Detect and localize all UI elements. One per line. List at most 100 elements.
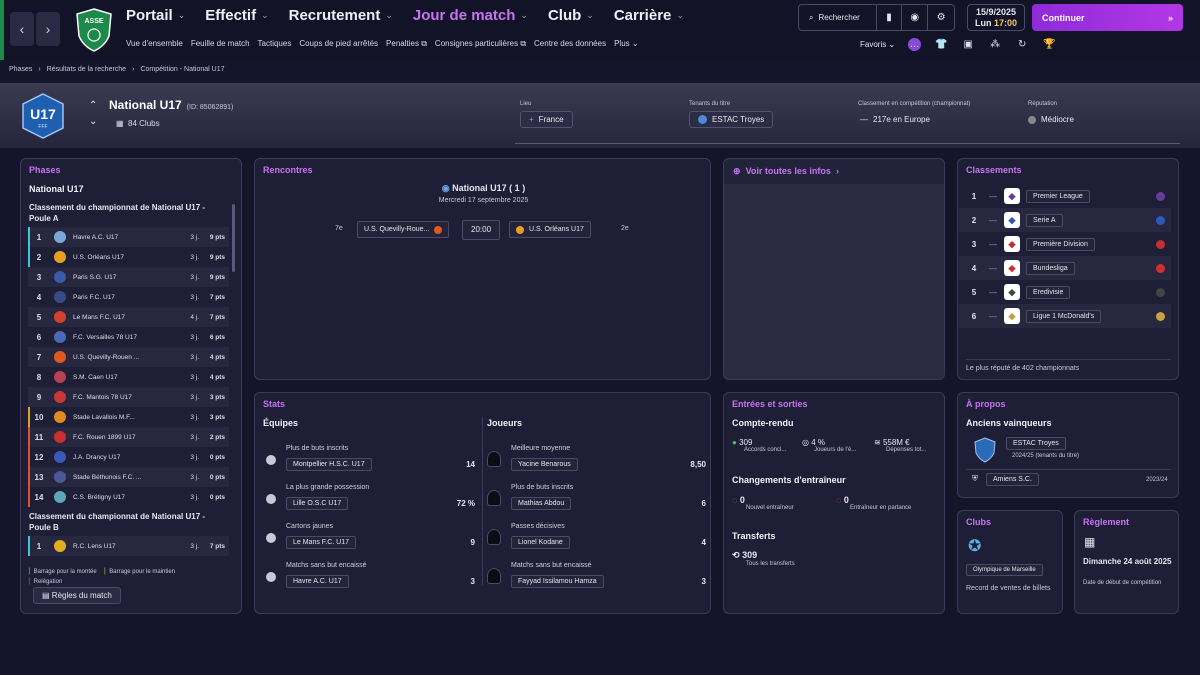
row-club-name[interactable]: Havre A.C. U17 bbox=[73, 234, 177, 241]
collapse-down-icon[interactable]: ⌄ bbox=[89, 116, 97, 127]
subnav-vue-ensemble[interactable]: Vue d'ensemble bbox=[126, 39, 183, 49]
table-row[interactable]: 13 Stade Béthunois F.C. ... 3 j. 0 pts bbox=[28, 467, 229, 487]
card-icon[interactable]: ▣ bbox=[961, 37, 975, 51]
stat-holder[interactable]: Havre A.C. U17 bbox=[286, 575, 349, 588]
nav-portail[interactable]: Portail ⌄ bbox=[126, 7, 185, 24]
row-club-name[interactable]: R.C. Lens U17 bbox=[73, 543, 177, 550]
row-club-name[interactable]: F.C. Versailles 78 U17 bbox=[73, 334, 177, 341]
rencontres-title[interactable]: Rencontres bbox=[263, 165, 313, 175]
brain-button[interactable]: ◉ bbox=[902, 5, 929, 30]
league-name[interactable]: Eredivisie bbox=[1026, 285, 1071, 299]
table-row[interactable]: 12 J.A. Drancy U17 3 j. 0 pts bbox=[28, 447, 229, 467]
trophy-icon[interactable]: 🏆 bbox=[1042, 37, 1056, 51]
league-row[interactable]: 5 — ◆ Eredivisie bbox=[959, 280, 1171, 304]
home-team[interactable]: U.S. Quevilly-Roue... bbox=[357, 221, 450, 238]
reglement-title[interactable]: Règlement bbox=[1083, 517, 1129, 527]
table-row[interactable]: 9 F.C. Mantois 78 U17 3 j. 3 pts bbox=[28, 387, 229, 407]
forward-button[interactable]: › bbox=[36, 12, 60, 46]
stat-holder[interactable]: Fayyad Issilamou Hamza bbox=[511, 575, 604, 588]
collapse-up-icon[interactable]: ⌃ bbox=[89, 100, 97, 111]
table-row[interactable]: 11 F.C. Rouen 1899 U17 3 j. 2 pts bbox=[28, 427, 229, 447]
settings-button[interactable]: ⚙ bbox=[928, 5, 954, 30]
stat-holder[interactable]: Lionel Kodane bbox=[511, 536, 570, 549]
row-club-name[interactable]: U.S. Quevilly-Rouen ... bbox=[73, 354, 177, 361]
table-row[interactable]: 8 S.M. Caen U17 3 j. 4 pts bbox=[28, 367, 229, 387]
table-row[interactable]: 5 Le Mans F.C. U17 4 j. 7 pts bbox=[28, 307, 229, 327]
favorites-menu[interactable]: Favoris ⌄ bbox=[860, 40, 895, 49]
rules-button[interactable]: ▤ Règles du match bbox=[33, 587, 121, 604]
nav-carriere[interactable]: Carrière ⌄ bbox=[614, 7, 684, 24]
view-all-info-link[interactable]: ⊕ Voir toutes les infos › bbox=[733, 166, 839, 177]
subnav-penalties[interactable]: Penalties ⧉ bbox=[386, 39, 427, 49]
table-row[interactable]: 2 U.S. Orléans U17 3 j. 9 pts bbox=[28, 247, 229, 267]
subnav-centre-donnees[interactable]: Centre des données bbox=[534, 39, 606, 49]
nav-effectif[interactable]: Effectif ⌄ bbox=[205, 7, 268, 24]
league-row[interactable]: 1 — ◆ Premier League bbox=[959, 184, 1171, 208]
table-row[interactable]: 1 Havre A.C. U17 3 j. 9 pts bbox=[28, 227, 229, 247]
league-name[interactable]: Premier League bbox=[1026, 189, 1090, 203]
clubs-title[interactable]: Clubs bbox=[966, 517, 991, 527]
nav-recrutement[interactable]: Recrutement ⌄ bbox=[289, 7, 393, 24]
club-crest-icon[interactable]: ASSE bbox=[75, 8, 113, 52]
classements-title[interactable]: Classements bbox=[966, 165, 1022, 175]
table-row[interactable]: 3 Paris S.G. U17 3 j. 9 pts bbox=[28, 267, 229, 287]
continue-button[interactable]: Continuer» bbox=[1032, 4, 1183, 31]
stat-holder[interactable]: Yacine Benarous bbox=[511, 458, 578, 471]
row-club-name[interactable]: Paris S.G. U17 bbox=[73, 274, 177, 281]
subnav-feuille-match[interactable]: Feuille de match bbox=[191, 39, 250, 49]
league-row[interactable]: 3 — ◆ Première Division bbox=[959, 232, 1171, 256]
refresh-icon[interactable]: ↻ bbox=[1015, 37, 1029, 51]
tenants-chip[interactable]: ESTAC Troyes bbox=[689, 111, 774, 128]
row-club-name[interactable]: Paris F.C. U17 bbox=[73, 294, 177, 301]
row-club-name[interactable]: Le Mans F.C. U17 bbox=[73, 314, 177, 321]
league-row[interactable]: 2 — ◆ Serie A bbox=[959, 208, 1171, 232]
club-chip[interactable]: Olympique de Marseille bbox=[966, 564, 1043, 576]
row-club-name[interactable]: Stade Lavallois M.F... bbox=[73, 414, 177, 421]
table-row[interactable]: 10 Stade Lavallois M.F... 3 j. 3 pts bbox=[28, 407, 229, 427]
league-name[interactable]: Serie A bbox=[1026, 213, 1063, 227]
row-club-name[interactable]: C.S. Brétigny U17 bbox=[73, 494, 177, 501]
stat-holder[interactable]: Lille O.S.C U17 bbox=[286, 497, 349, 510]
bookmark-button[interactable]: ▮ bbox=[877, 5, 903, 30]
apropos-title[interactable]: À propos bbox=[966, 399, 1006, 409]
table-row[interactable]: 1 R.C. Lens U17 3 j. 7 pts bbox=[28, 536, 229, 556]
league-name[interactable]: Bundesliga bbox=[1026, 261, 1075, 275]
nav-jour-de-match[interactable]: Jour de match ⌄ bbox=[413, 7, 528, 24]
transfers-title[interactable]: Entrées et sorties bbox=[732, 399, 808, 409]
stat-holder[interactable]: Le Mans F.C. U17 bbox=[286, 536, 357, 549]
league-row[interactable]: 6 — ◆ Ligue 1 McDonald's bbox=[959, 304, 1171, 328]
stat-holder[interactable]: Mathias Abdou bbox=[511, 497, 572, 510]
lieu-chip[interactable]: + France bbox=[520, 111, 573, 128]
winner-2[interactable]: Amiens S.C. bbox=[986, 473, 1039, 486]
crumb-results[interactable]: Résultats de la recherche bbox=[47, 66, 126, 73]
row-club-name[interactable]: F.C. Rouen 1899 U17 bbox=[73, 434, 177, 441]
winner-1[interactable]: ESTAC Troyes bbox=[1006, 437, 1066, 450]
stat-holder[interactable]: Montpellier H.S.C. U17 bbox=[286, 458, 372, 471]
search-button[interactable]: ⌕ Rechercher bbox=[799, 5, 877, 30]
scrollbar[interactable] bbox=[232, 204, 235, 272]
table-row[interactable]: 7 U.S. Quevilly-Rouen ... 3 j. 4 pts bbox=[28, 347, 229, 367]
row-club-name[interactable]: U.S. Orléans U17 bbox=[73, 254, 177, 261]
row-club-name[interactable]: S.M. Caen U17 bbox=[73, 374, 177, 381]
subnav-coups-pied[interactable]: Coups de pied arrêtés bbox=[299, 39, 378, 49]
chat-icon[interactable]: … bbox=[908, 37, 922, 51]
table-row[interactable]: 14 C.S. Brétigny U17 3 j. 0 pts bbox=[28, 487, 229, 507]
back-button[interactable]: ‹ bbox=[10, 12, 34, 46]
table-row[interactable]: 4 Paris F.C. U17 3 j. 7 pts bbox=[28, 287, 229, 307]
league-name[interactable]: Première Division bbox=[1026, 237, 1095, 251]
network-icon[interactable]: ⁂ bbox=[988, 37, 1002, 51]
row-club-name[interactable]: Stade Béthunois F.C. ... bbox=[73, 474, 177, 481]
row-club-name[interactable]: J.A. Drancy U17 bbox=[73, 454, 177, 461]
table-row[interactable]: 6 F.C. Versailles 78 U17 3 j. 6 pts bbox=[28, 327, 229, 347]
league-row[interactable]: 4 — ◆ Bundesliga bbox=[959, 256, 1171, 280]
phases-title[interactable]: Phases bbox=[29, 165, 61, 175]
date-display[interactable]: 15/9/2025 Lun 17:00 bbox=[967, 4, 1025, 31]
subnav-plus[interactable]: Plus ⌄ bbox=[614, 39, 639, 49]
subnav-consignes[interactable]: Consignes particulières ⧉ bbox=[435, 39, 526, 49]
all-transfers[interactable]: ⟲ 309 Tous les transferts bbox=[732, 550, 795, 567]
crumb-phases[interactable]: Phases bbox=[9, 66, 32, 73]
kickoff-time[interactable]: 20:00 bbox=[462, 220, 501, 240]
away-team[interactable]: U.S. Orléans U17 bbox=[509, 221, 591, 238]
shirt-icon[interactable]: 👕 bbox=[934, 37, 948, 51]
subnav-tactiques[interactable]: Tactiques bbox=[258, 39, 292, 49]
